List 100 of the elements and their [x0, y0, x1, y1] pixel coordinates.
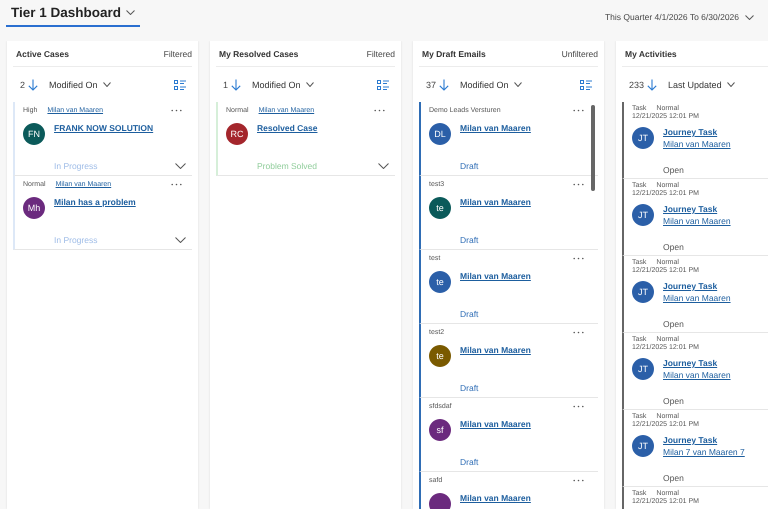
- chevron-down-icon: [726, 82, 735, 87]
- owner-link[interactable]: Milan 7 van Maaren 7: [663, 447, 745, 457]
- arrow-down-icon: [231, 78, 242, 90]
- sort-direction-button[interactable]: [439, 78, 450, 90]
- avatar: JT: [632, 204, 654, 226]
- list-view-button[interactable]: [580, 80, 592, 90]
- status-label: Open: [663, 319, 684, 329]
- status-label: Draft: [460, 457, 478, 467]
- record-title-link[interactable]: Milan van Maaren: [460, 493, 531, 503]
- record-title-link[interactable]: Journey Task: [663, 127, 731, 137]
- more-icon: [171, 183, 182, 186]
- date-range-selector[interactable]: This Quarter 4/1/2026 To 6/30/2026: [604, 12, 754, 22]
- more-options-button[interactable]: [573, 477, 584, 482]
- more-icon: [573, 183, 584, 186]
- record-title-link[interactable]: Resolved Case: [257, 123, 318, 133]
- avatar: JT: [632, 281, 654, 303]
- record-title-link[interactable]: Milan van Maaren: [460, 123, 531, 133]
- list-icon: [174, 80, 186, 90]
- more-options-button[interactable]: [171, 181, 182, 186]
- record-title-link[interactable]: Journey Task: [663, 204, 731, 214]
- chevron-down-icon: [102, 82, 111, 87]
- more-options-button[interactable]: [573, 329, 584, 334]
- status-label: Draft: [460, 383, 478, 393]
- record-title-link[interactable]: Milan van Maaren: [460, 271, 531, 281]
- avatar: sf: [429, 419, 451, 441]
- more-options-button[interactable]: [573, 403, 584, 408]
- more-icon: [573, 405, 584, 408]
- record-count: 233: [629, 80, 644, 90]
- owner-link[interactable]: Milan van Maaren: [663, 139, 731, 149]
- panel-title: My Activities: [625, 48, 677, 58]
- avatar: JT: [632, 358, 654, 380]
- panel-title: My Draft Emails: [422, 48, 486, 58]
- avatar: Mh: [23, 197, 45, 219]
- chevron-down-icon: [745, 14, 754, 20]
- list-icon: [580, 80, 592, 90]
- more-options-button[interactable]: [171, 107, 182, 112]
- record-title-link[interactable]: Journey Task: [663, 435, 745, 445]
- more-icon: [573, 479, 584, 482]
- list-icon: [377, 80, 389, 90]
- owner-link[interactable]: Milan van Maaren: [663, 370, 731, 380]
- chevron-down-icon: [378, 163, 389, 169]
- status-label: Draft: [460, 235, 478, 245]
- arrow-down-icon: [647, 78, 658, 90]
- sort-field-dropdown[interactable]: Modified On: [252, 80, 314, 90]
- owner-link[interactable]: Milan van Maaren: [663, 293, 731, 303]
- list-view-button[interactable]: [377, 80, 389, 90]
- chevron-down-icon: [306, 82, 314, 87]
- record-count: 37: [426, 80, 436, 90]
- more-icon: [573, 257, 584, 260]
- status-label: In Progress: [54, 161, 98, 171]
- more-options-button[interactable]: [374, 107, 385, 112]
- chevron-down-icon: [126, 10, 136, 15]
- record-title-link[interactable]: Journey Task: [663, 358, 731, 368]
- sort-field-dropdown[interactable]: Modified On: [49, 80, 111, 90]
- panel-title: Active Cases: [16, 48, 69, 58]
- chevron-down-icon: [175, 237, 186, 243]
- avatar: RC: [226, 123, 248, 145]
- more-options-button[interactable]: [573, 255, 584, 260]
- expand-button[interactable]: [175, 163, 186, 169]
- chevron-down-icon: [514, 82, 522, 87]
- status-label: Open: [663, 165, 684, 175]
- sort-direction-button[interactable]: [647, 78, 658, 90]
- expand-button[interactable]: [175, 237, 186, 243]
- filter-status: Filtered: [164, 48, 192, 58]
- status-label: Problem Solved: [257, 161, 318, 171]
- sort-field-dropdown[interactable]: Last Updated: [668, 80, 735, 90]
- record-title-link[interactable]: Milan van Maaren: [460, 197, 531, 207]
- status-label: Open: [663, 473, 684, 483]
- sort-field-dropdown[interactable]: Modified On: [460, 80, 522, 90]
- record-title-link[interactable]: FRANK NOW SOLUTION: [54, 123, 154, 133]
- record-title-link[interactable]: Milan van Maaren: [460, 419, 531, 429]
- avatar: JT: [632, 435, 654, 457]
- avatar: te: [429, 197, 451, 219]
- expand-button[interactable]: [378, 163, 389, 169]
- arrow-down-icon: [439, 78, 450, 90]
- more-options-button[interactable]: [573, 107, 584, 112]
- panel-title: My Resolved Cases: [219, 48, 298, 58]
- more-icon: [573, 109, 584, 112]
- status-label: In Progress: [54, 235, 98, 245]
- record-count: 1: [223, 80, 228, 90]
- filter-status: Unfiltered: [562, 48, 598, 58]
- avatar: DL: [429, 123, 451, 145]
- avatar: te: [429, 271, 451, 293]
- filter-status: Filtered: [366, 48, 395, 58]
- list-view-button[interactable]: [174, 80, 186, 90]
- chevron-down-icon: [175, 163, 186, 169]
- scrollbar[interactable]: [591, 105, 595, 191]
- status-label: Open: [663, 242, 684, 252]
- record-title-link[interactable]: Journey Task: [663, 281, 731, 291]
- dashboard-selector[interactable]: Tier 1 Dashboard: [6, 3, 140, 27]
- sort-direction-button[interactable]: [28, 78, 38, 90]
- record-title-link[interactable]: Milan van Maaren: [460, 345, 531, 355]
- avatar: FN: [23, 123, 45, 145]
- arrow-down-icon: [28, 78, 38, 90]
- owner-link[interactable]: Milan van Maaren: [663, 216, 731, 226]
- sort-direction-button[interactable]: [231, 78, 242, 90]
- avatar: te: [429, 345, 451, 367]
- avatar: JT: [632, 127, 654, 149]
- record-title-link[interactable]: Milan has a problem: [54, 197, 136, 207]
- more-options-button[interactable]: [573, 181, 584, 186]
